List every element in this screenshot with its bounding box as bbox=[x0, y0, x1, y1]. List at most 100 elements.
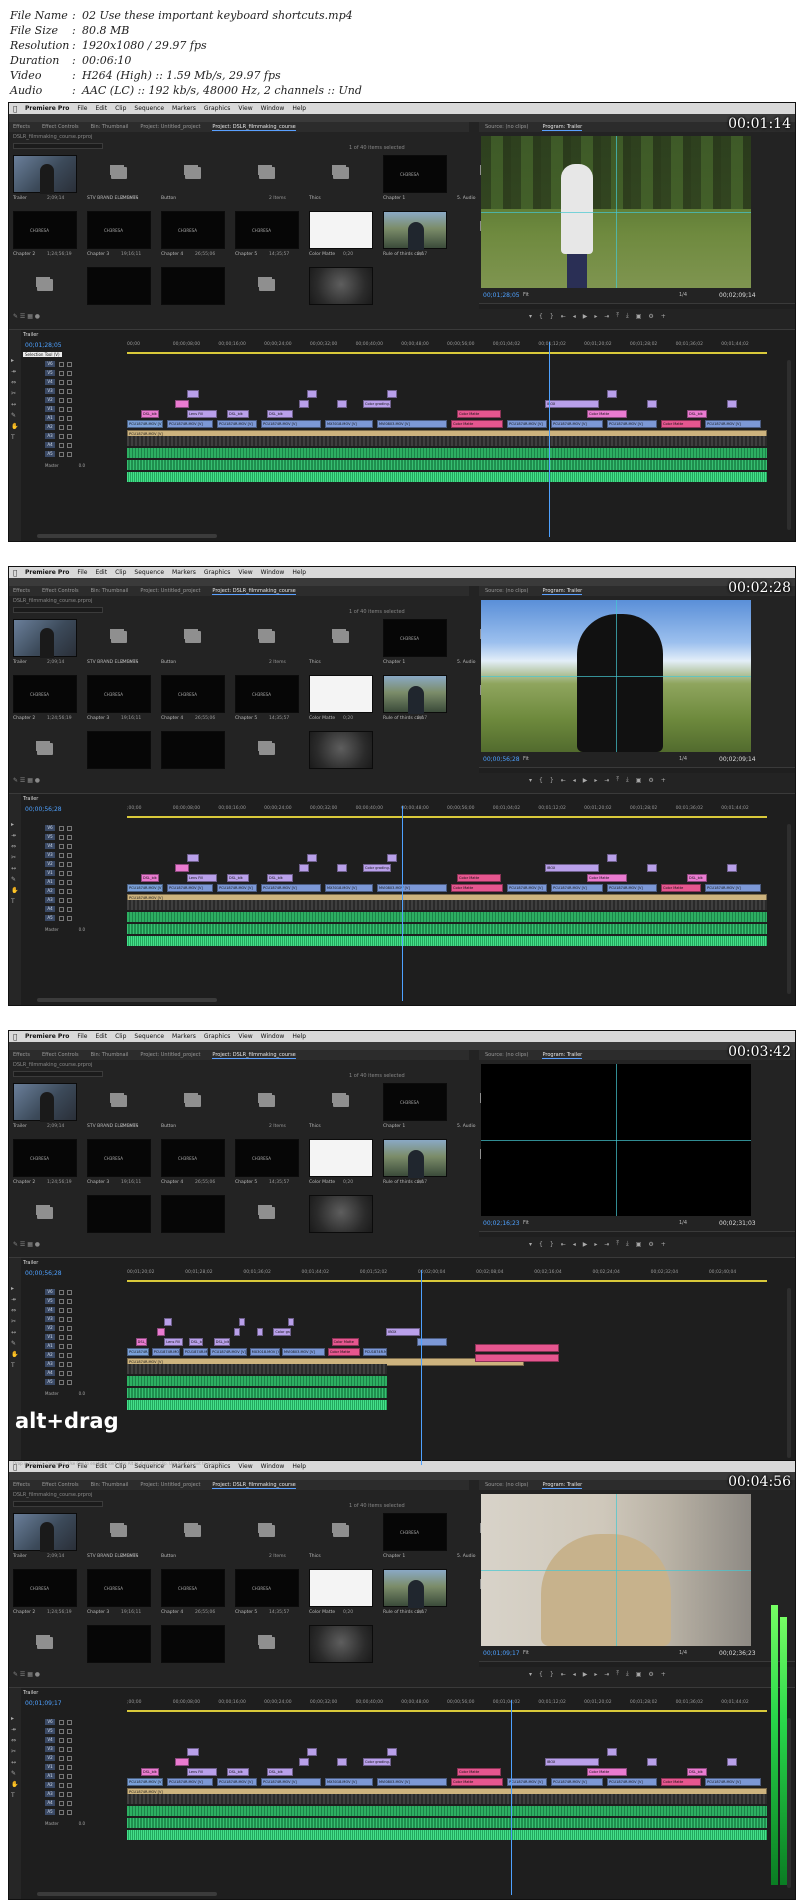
bin-item[interactable]: CH3RESA Chapter 2 1;24;56;19 bbox=[13, 1569, 85, 1621]
menu-item-file[interactable]: File bbox=[77, 1033, 87, 1040]
track-target[interactable]: A1 bbox=[45, 1343, 55, 1349]
clip-thumbnail[interactable] bbox=[13, 1083, 77, 1122]
tab-project-untitled-project[interactable]: Project: Untitled_project bbox=[140, 1052, 200, 1058]
track-header-a5[interactable]: A5 bbox=[45, 914, 125, 922]
folder-icon[interactable] bbox=[87, 1083, 151, 1121]
track-target[interactable]: V1 bbox=[45, 1334, 55, 1340]
folder-icon[interactable] bbox=[87, 1513, 151, 1551]
apple-icon[interactable]:  bbox=[13, 1033, 21, 1041]
track-target[interactable]: V2 bbox=[45, 1325, 55, 1331]
audio-waveform[interactable] bbox=[127, 1364, 387, 1374]
lock-toggle[interactable] bbox=[59, 1370, 64, 1376]
track-header-v5[interactable]: V5 bbox=[45, 369, 125, 377]
track-target[interactable]: A3 bbox=[45, 1791, 55, 1797]
timeline-timecode[interactable]: 00;01;28;05 bbox=[25, 342, 62, 349]
clip-thumbnail[interactable]: CH3RESA bbox=[383, 155, 447, 193]
clip-thumbnail[interactable] bbox=[309, 211, 373, 249]
menu-item-markers[interactable]: Markers bbox=[172, 1033, 196, 1040]
track-header-a2[interactable]: A2 bbox=[45, 1781, 125, 1789]
track-header-v6[interactable]: V6 bbox=[45, 1288, 125, 1296]
timeline-clip[interactable]: IBOX bbox=[545, 1758, 599, 1766]
visibility-toggle[interactable] bbox=[67, 388, 72, 394]
timeline-clip[interactable] bbox=[727, 400, 737, 408]
clip-thumbnail[interactable]: CH3RESA bbox=[87, 1139, 151, 1177]
clip-thumbnail[interactable] bbox=[161, 1195, 225, 1233]
extract-icon[interactable]: ⤓ bbox=[626, 776, 629, 784]
menu-item-sequence[interactable]: Sequence bbox=[134, 105, 164, 112]
track-select-icon[interactable]: ↠ bbox=[11, 1727, 18, 1733]
bin-item[interactable]: Trailer 2;09;14 bbox=[13, 1083, 85, 1135]
go-to-in-icon[interactable]: ⇤ bbox=[561, 1671, 566, 1678]
track-header-a4[interactable]: A4 bbox=[45, 905, 125, 913]
lock-toggle[interactable] bbox=[59, 1361, 64, 1367]
timeline-clip[interactable]: DSL_blk bbox=[267, 1768, 293, 1776]
tab-source[interactable]: Source: (no clips) bbox=[485, 1052, 528, 1058]
timeline-clip[interactable] bbox=[727, 1758, 737, 1766]
track-target[interactable]: V2 bbox=[45, 1755, 55, 1761]
type-tool-icon[interactable]: T bbox=[11, 899, 18, 905]
mute-toggle[interactable] bbox=[67, 1352, 72, 1358]
timeline-timecode[interactable]: 00;01;09;17 bbox=[25, 1700, 62, 1707]
playback-resolution-select[interactable]: 1/4 bbox=[679, 756, 687, 762]
timeline-clip[interactable]: Lens Fill bbox=[187, 1768, 217, 1776]
menu-item-markers[interactable]: Markers bbox=[172, 569, 196, 576]
clip-thumbnail[interactable] bbox=[13, 619, 77, 658]
play-icon[interactable]: ▶ bbox=[583, 313, 588, 320]
tab-project-untitled-project[interactable]: Project: Untitled_project bbox=[140, 588, 200, 594]
clip-thumbnail[interactable]: CH3RESA bbox=[13, 211, 77, 249]
timeline-clip[interactable]: PCU1874R.MOV [V] bbox=[551, 884, 603, 892]
track-header-v6[interactable]: V6 bbox=[45, 824, 125, 832]
track-header-v4[interactable]: V4 bbox=[45, 1736, 125, 1744]
lock-toggle[interactable] bbox=[59, 406, 64, 412]
track-header-v1[interactable]: V1 bbox=[45, 869, 125, 877]
pen-tool-icon[interactable]: ✎ bbox=[11, 413, 18, 419]
mute-toggle[interactable] bbox=[67, 906, 72, 912]
menu-app-name[interactable]: Premiere Pro bbox=[25, 569, 69, 576]
menu-item-markers[interactable]: Markers bbox=[172, 105, 196, 112]
timeline-clip[interactable]: Color Matte bbox=[587, 1768, 627, 1776]
type-tool-icon[interactable]: T bbox=[11, 1363, 18, 1369]
razor-tool-icon[interactable]: ✂ bbox=[11, 391, 18, 397]
track-target[interactable]: A3 bbox=[45, 433, 55, 439]
pen-tool-icon[interactable]: ✎ bbox=[11, 877, 18, 883]
mute-toggle[interactable] bbox=[67, 897, 72, 903]
timeline-clip[interactable] bbox=[156, 1328, 166, 1336]
visibility-toggle[interactable] bbox=[67, 1289, 72, 1295]
track-target[interactable]: V4 bbox=[45, 379, 55, 385]
bin-item[interactable]: Rule of thirds cam 0;17 bbox=[383, 675, 455, 727]
clip-thumbnail[interactable]: CH3RESA bbox=[87, 675, 151, 713]
lock-toggle[interactable] bbox=[59, 397, 64, 403]
lock-toggle[interactable] bbox=[59, 1334, 64, 1340]
menu-item-window[interactable]: Window bbox=[261, 1033, 285, 1040]
program-monitor-ruler[interactable] bbox=[479, 1231, 795, 1237]
timeline-clip[interactable] bbox=[387, 390, 397, 398]
step-forward-icon[interactable]: ▸ bbox=[594, 777, 597, 784]
lock-toggle[interactable] bbox=[59, 1800, 64, 1806]
out-point-icon[interactable]: } bbox=[550, 1241, 554, 1248]
clip-thumbnail[interactable]: CH3RESA bbox=[161, 1569, 225, 1607]
ripple-edit-icon[interactable]: ⇔ bbox=[11, 1308, 18, 1314]
program-monitor-ruler[interactable] bbox=[479, 767, 795, 773]
menu-item-clip[interactable]: Clip bbox=[115, 1033, 126, 1040]
selection-tool-icon[interactable]: ▸ bbox=[11, 822, 18, 828]
track-target[interactable]: A3 bbox=[45, 897, 55, 903]
timeline-clip[interactable] bbox=[175, 864, 189, 872]
bin-item[interactable]: Thics bbox=[309, 619, 381, 671]
timeline-clip[interactable]: PCU1874R.MOV [V] bbox=[551, 1778, 603, 1786]
tab-effects[interactable]: Effects bbox=[13, 1052, 30, 1058]
visibility-toggle[interactable] bbox=[67, 370, 72, 376]
lock-toggle[interactable] bbox=[59, 1298, 64, 1304]
mute-toggle[interactable] bbox=[67, 1791, 72, 1797]
timeline-clip[interactable]: PCU1874R.MOV [V] bbox=[217, 884, 257, 892]
timeline-clip[interactable] bbox=[175, 400, 189, 408]
lock-toggle[interactable] bbox=[59, 361, 64, 367]
timeline-clip[interactable] bbox=[288, 1318, 295, 1326]
mute-toggle[interactable] bbox=[67, 915, 72, 921]
track-header-v2[interactable]: V2 bbox=[45, 1324, 125, 1332]
track-header-a1[interactable]: A1 bbox=[45, 1342, 125, 1350]
clip-thumbnail[interactable]: CH3RESA bbox=[13, 675, 77, 713]
timeline-clip[interactable]: Lens Fill bbox=[187, 410, 217, 418]
program-monitor-ruler[interactable] bbox=[479, 1661, 795, 1667]
bin-item[interactable]: CH3RESA Chapter 4 26;55;06 bbox=[161, 1569, 233, 1621]
timeline-clip[interactable]: PCU1874R.MOV [V] bbox=[127, 884, 163, 892]
